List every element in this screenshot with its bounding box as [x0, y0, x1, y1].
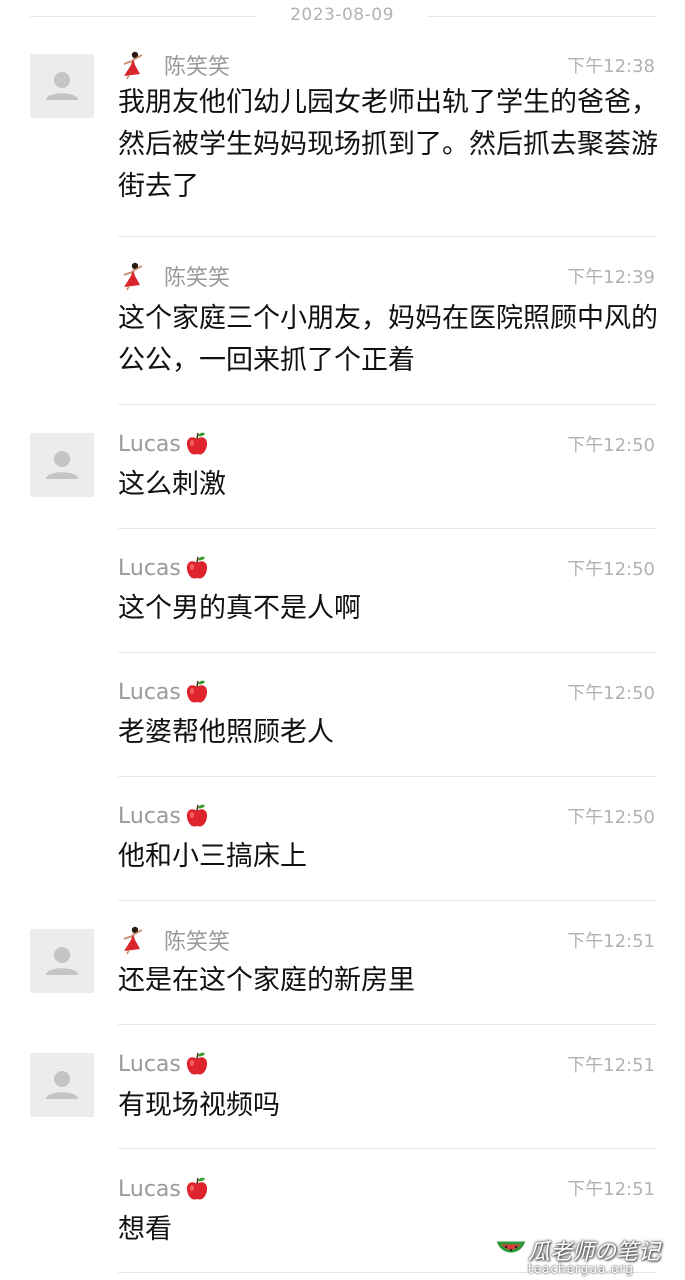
message-text: 还是在这个家庭的新房里	[118, 965, 415, 996]
date-divider-right	[428, 16, 656, 17]
watermelon-icon	[496, 1241, 526, 1253]
sender-row: Lucas	[118, 553, 211, 583]
message-divider	[118, 528, 656, 529]
avatar[interactable]	[30, 1053, 94, 1117]
default-avatar-icon	[46, 1071, 78, 1099]
message-text: 老婆帮他照顾老人	[118, 717, 334, 748]
message-divider	[118, 776, 656, 777]
message-time: 下午12:50	[567, 435, 655, 456]
sender-name: Lucas	[118, 1051, 181, 1077]
default-avatar-icon	[46, 72, 78, 100]
sender-name: 陈笑笑	[164, 55, 231, 80]
date-separator: 2023-08-09	[0, 0, 685, 34]
sender-name: Lucas	[118, 431, 181, 457]
sender-name: Lucas	[118, 803, 181, 829]
message-divider	[118, 1024, 656, 1025]
avatar[interactable]	[30, 433, 94, 497]
sender-name: Lucas	[118, 555, 181, 581]
red-apple-emoji-icon	[186, 1177, 207, 1200]
red-apple-emoji-icon	[186, 556, 207, 579]
date-divider-left	[30, 16, 256, 17]
red-apple-emoji-icon	[186, 1052, 207, 1075]
sender-name: Lucas	[118, 1176, 181, 1202]
message-text: 这个家庭三个小朋友，妈妈在医院照顾中风的公公，一回来抓了个正着	[118, 303, 658, 376]
sender-row: 陈笑笑	[118, 50, 230, 80]
default-avatar-icon	[46, 451, 78, 479]
avatar[interactable]	[30, 929, 94, 993]
dancer-emoji-icon	[123, 262, 143, 291]
red-apple-emoji-icon	[186, 432, 207, 455]
red-apple-emoji-icon	[186, 804, 207, 827]
message-time: 下午12:51	[567, 931, 655, 952]
dancer-emoji-icon	[123, 51, 143, 80]
message-text: 这个男的真不是人啊	[118, 593, 361, 624]
sender-name: Lucas	[118, 679, 181, 705]
sender-name: 陈笑笑	[164, 930, 231, 955]
message-divider	[118, 900, 656, 901]
sender-row: 陈笑笑	[118, 925, 230, 955]
message-time: 下午12:50	[567, 807, 655, 828]
sender-row: Lucas	[118, 801, 211, 831]
default-avatar-icon	[46, 947, 78, 975]
message-time: 下午12:39	[567, 267, 655, 288]
date-label: 2023-08-09	[290, 5, 394, 25]
dancer-emoji-icon	[123, 926, 143, 955]
avatar[interactable]	[30, 54, 94, 118]
message-divider	[118, 236, 656, 237]
red-apple-emoji-icon	[186, 680, 207, 703]
sender-row: 陈笑笑	[118, 261, 230, 291]
sender-row: Lucas	[118, 429, 211, 459]
message-text: 有现场视频吗	[118, 1090, 280, 1121]
message-time: 下午12:38	[567, 56, 655, 77]
watermark: 瓜老师の笔记 teachergua.org	[496, 1232, 676, 1278]
message-time: 下午12:50	[567, 683, 655, 704]
message-divider	[118, 404, 656, 405]
message-text: 我朋友他们幼儿园女老师出轨了学生的爸爸，然后被学生妈妈现场抓到了。然后抓去聚荟游…	[118, 87, 658, 202]
sender-name: 陈笑笑	[164, 266, 231, 291]
sender-row: Lucas	[118, 1174, 211, 1204]
message-time: 下午12:51	[567, 1179, 655, 1200]
message-text: 这么刺激	[118, 469, 226, 500]
message-time: 下午12:51	[567, 1055, 655, 1076]
sender-row: Lucas	[118, 1049, 211, 1079]
message-time: 下午12:50	[567, 559, 655, 580]
watermark-url: teachergua.org	[528, 1262, 634, 1276]
message-divider	[118, 1148, 656, 1149]
message-text: 他和小三搞床上	[118, 841, 307, 872]
message-divider	[118, 652, 656, 653]
sender-row: Lucas	[118, 677, 211, 707]
